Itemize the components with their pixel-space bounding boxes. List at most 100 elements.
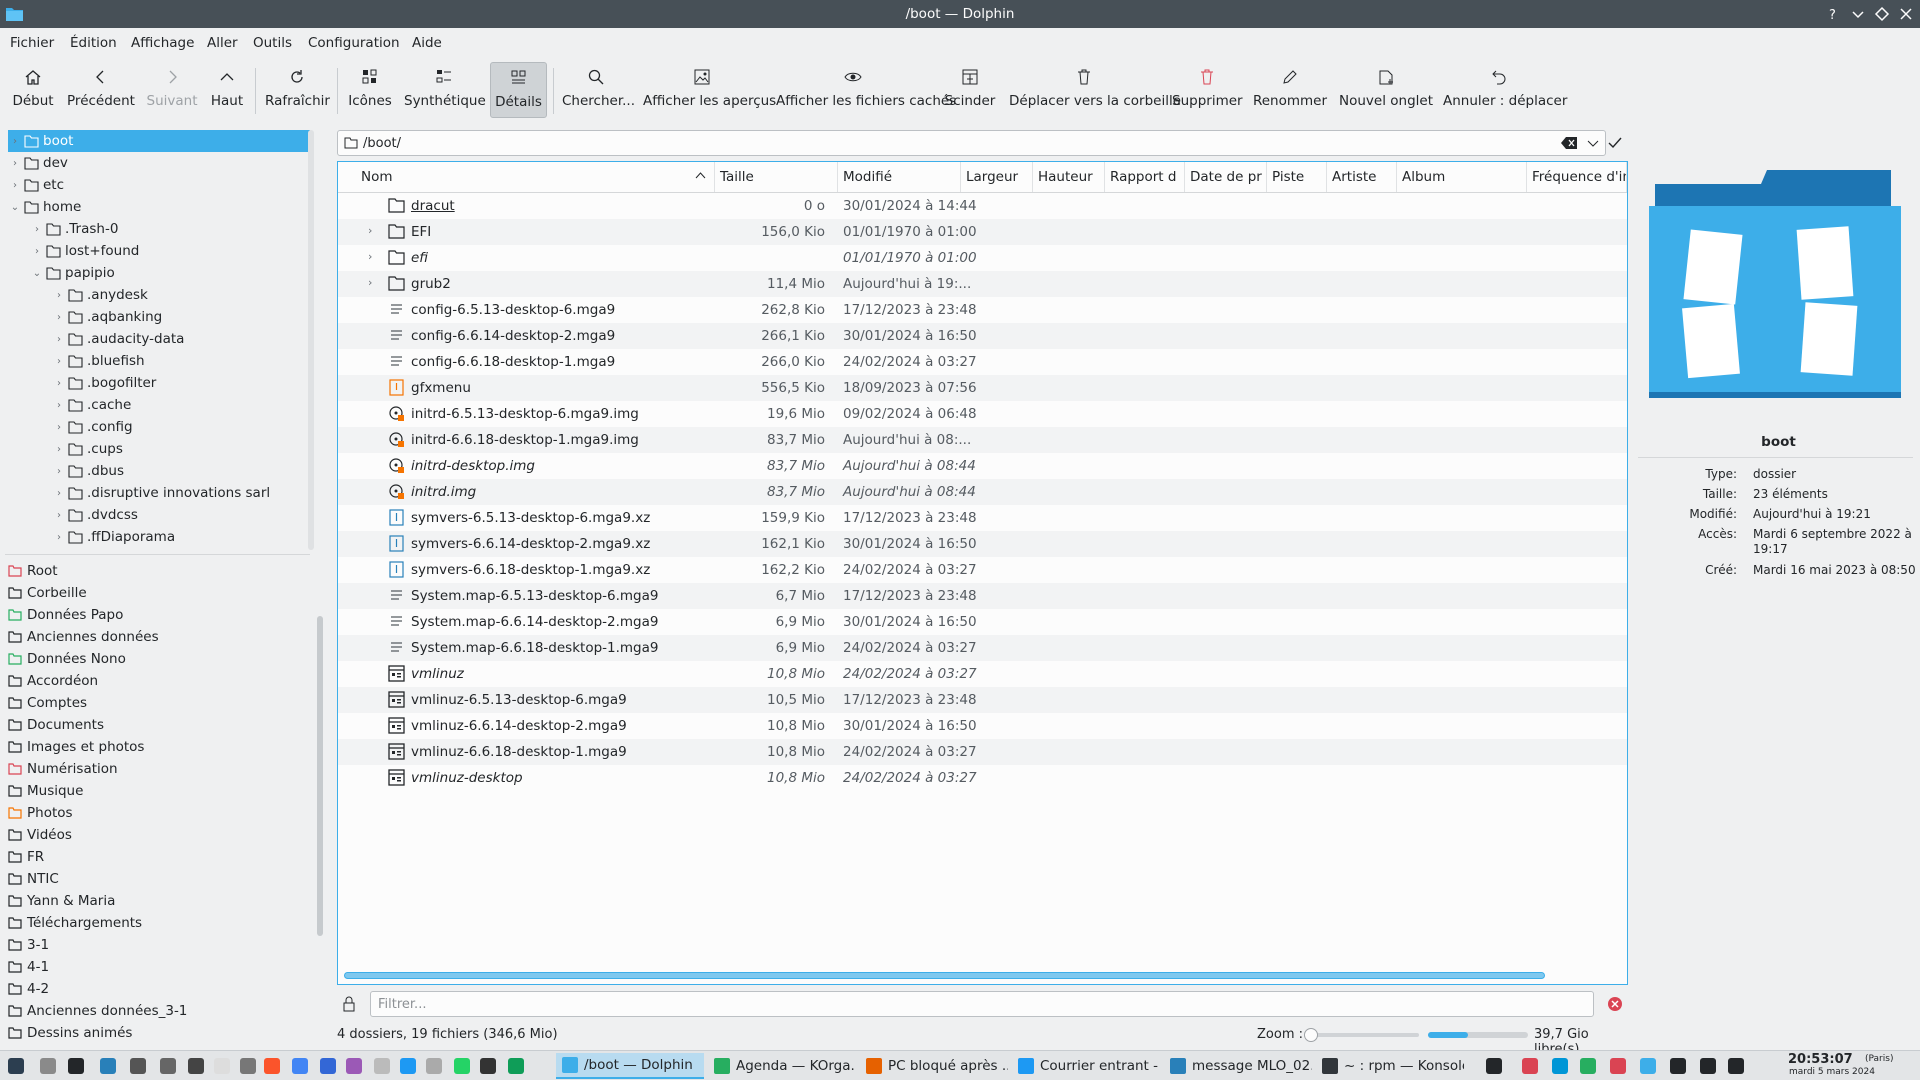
tree-item[interactable]: › .anydesk xyxy=(52,284,300,306)
tray-icon[interactable] xyxy=(1552,1058,1568,1074)
expand-arrow-icon[interactable]: ⌄ xyxy=(8,202,22,213)
tree-scrollbar[interactable] xyxy=(308,130,314,550)
launcher-icon[interactable] xyxy=(8,1058,24,1074)
file-row[interactable]: › EFI 156,0 Kio 01/01/1970 à 01:00 xyxy=(338,219,1627,245)
column-header-item[interactable]: Largeur xyxy=(961,162,1033,192)
launcher-icon[interactable] xyxy=(480,1058,496,1074)
tree-item[interactable]: › .audacity-data xyxy=(52,328,300,350)
show-previews-button[interactable]: Afficher les aperçus xyxy=(643,64,776,116)
file-row[interactable]: symvers-6.6.18-desktop-1.mga9.xz 162,2 Ki… xyxy=(338,557,1627,583)
view-details-button[interactable]: Détails xyxy=(490,62,547,118)
menu-view[interactable]: Affichage xyxy=(131,35,194,51)
tree-item[interactable]: › lost+found xyxy=(30,240,300,262)
file-row[interactable]: vmlinuz-6.6.14-desktop-2.mga9 10,8 Mio 30/… xyxy=(338,713,1627,739)
launcher-icon[interactable] xyxy=(346,1058,362,1074)
place-item[interactable]: Accordéon xyxy=(8,670,98,692)
minimize-icon[interactable] xyxy=(1849,5,1867,23)
column-header-item[interactable]: Hauteur xyxy=(1033,162,1105,192)
expand-arrow-icon[interactable]: › xyxy=(52,334,66,345)
expand-arrow-icon[interactable]: › xyxy=(52,488,66,499)
lock-icon[interactable] xyxy=(342,996,356,1012)
expand-arrow-icon[interactable]: › xyxy=(368,276,372,289)
show-hidden-files-button[interactable]: Afficher les fichiers cachés xyxy=(776,64,956,116)
tray-icon[interactable] xyxy=(1580,1058,1596,1074)
tree-item[interactable]: › .bogofilter xyxy=(52,372,300,394)
expand-arrow-icon[interactable]: › xyxy=(52,422,66,433)
task-button[interactable]: message MLO_02... xyxy=(1164,1053,1312,1079)
tray-icon[interactable] xyxy=(1522,1058,1538,1074)
file-row[interactable]: symvers-6.6.14-desktop-2.mga9.xz 162,1 Ki… xyxy=(338,531,1627,557)
file-row[interactable]: initrd-6.5.13-desktop-6.mga9.img 19,6 Mio… xyxy=(338,401,1627,427)
expand-arrow-icon[interactable]: › xyxy=(52,444,66,455)
launcher-icon[interactable] xyxy=(188,1058,204,1074)
file-row[interactable]: config-6.6.14-desktop-2.mga9 266,1 Kio 30/… xyxy=(338,323,1627,349)
place-item[interactable]: Dessins animés xyxy=(8,1022,132,1044)
places-scrollbar[interactable] xyxy=(317,616,323,936)
file-row[interactable]: dracut 0 o 30/01/2024 à 14:44 xyxy=(338,193,1627,219)
close-filter-icon[interactable] xyxy=(1607,996,1623,1012)
launcher-icon[interactable] xyxy=(130,1058,146,1074)
menu-edit[interactable]: Édition xyxy=(70,35,117,51)
place-item[interactable]: Yann & Maria xyxy=(8,890,115,912)
tree-item[interactable]: ⌄ papipio xyxy=(30,262,300,284)
expand-arrow-icon[interactable]: › xyxy=(368,250,372,263)
file-row[interactable]: vmlinuz 10,8 Mio 24/02/2024 à 03:27 xyxy=(338,661,1627,687)
expand-arrow-icon[interactable]: › xyxy=(8,180,22,191)
column-header-item[interactable]: Taille xyxy=(715,162,838,192)
tree-item[interactable]: › .disruptive innovations sarl xyxy=(52,482,300,504)
menu-file[interactable]: Fichier xyxy=(10,35,54,51)
tree-item[interactable]: › .config xyxy=(52,416,300,438)
file-row[interactable]: System.map-6.6.14-desktop-2.mga9 6,9 Mio 3… xyxy=(338,609,1627,635)
launcher-icon[interactable] xyxy=(400,1058,416,1074)
view-icons-button[interactable]: Icônes xyxy=(346,64,394,116)
place-item[interactable]: Anciennes données xyxy=(8,626,159,648)
launcher-icon[interactable] xyxy=(374,1058,390,1074)
launcher-icon[interactable] xyxy=(426,1058,442,1074)
tray-icon[interactable] xyxy=(1640,1058,1656,1074)
column-header-item[interactable]: Rapport d xyxy=(1105,162,1185,192)
expand-arrow-icon[interactable]: › xyxy=(368,224,372,237)
file-row[interactable]: vmlinuz-desktop 10,8 Mio 24/02/2024 à 03:2… xyxy=(338,765,1627,791)
horizontal-scrollbar[interactable] xyxy=(344,972,1545,979)
tree-item[interactable]: › .cups xyxy=(52,438,300,460)
task-button[interactable]: Agenda — KOrga... xyxy=(708,1053,856,1079)
expand-arrow-icon[interactable]: › xyxy=(52,312,66,323)
column-header-item[interactable]: Modifié xyxy=(838,162,961,192)
home-button[interactable]: Début xyxy=(8,64,58,116)
place-item[interactable]: Vidéos xyxy=(8,824,72,846)
tree-item[interactable]: › .cache xyxy=(52,394,300,416)
place-item[interactable]: FR xyxy=(8,846,44,868)
expand-arrow-icon[interactable]: › xyxy=(52,510,66,521)
task-button[interactable]: PC bloqué après ... xyxy=(860,1053,1008,1079)
place-item[interactable]: Corbeille xyxy=(8,582,87,604)
refresh-button[interactable]: Rafraîchir xyxy=(265,64,330,116)
menu-go[interactable]: Aller xyxy=(207,35,238,51)
launcher-icon[interactable] xyxy=(264,1058,280,1074)
place-item[interactable]: NTIC xyxy=(8,868,59,890)
tree-item[interactable]: ⌄ home xyxy=(8,196,300,218)
zoom-slider[interactable] xyxy=(1305,1033,1419,1037)
view-compact-button[interactable]: Synthétique xyxy=(404,64,486,116)
clear-location-icon[interactable] xyxy=(1561,137,1577,149)
place-item[interactable]: Images et photos xyxy=(8,736,144,758)
search-button[interactable]: Chercher... xyxy=(562,64,635,116)
expand-arrow-icon[interactable]: › xyxy=(52,532,66,543)
place-item[interactable]: Root xyxy=(8,560,58,582)
tree-item[interactable]: › boot xyxy=(8,130,310,152)
tray-icon[interactable] xyxy=(1610,1058,1626,1074)
filter-input[interactable]: Filtrer... xyxy=(370,991,1594,1017)
launcher-icon[interactable] xyxy=(100,1058,116,1074)
place-item[interactable]: 3-1 xyxy=(8,934,49,956)
column-header-item[interactable]: Nom xyxy=(356,162,715,192)
place-item[interactable]: Données Papo xyxy=(8,604,123,626)
launcher-icon[interactable] xyxy=(454,1058,470,1074)
file-row[interactable]: vmlinuz-6.6.18-desktop-1.mga9 10,8 Mio 24/… xyxy=(338,739,1627,765)
tree-item[interactable]: › dev xyxy=(8,152,300,174)
file-row[interactable]: › grub2 11,4 Mio Aujourd'hui à 19:... xyxy=(338,271,1627,297)
zoom-slider-handle[interactable] xyxy=(1303,1028,1318,1042)
expand-arrow-icon[interactable]: › xyxy=(52,378,66,389)
place-item[interactable]: Documents xyxy=(8,714,104,736)
expand-arrow-icon[interactable]: › xyxy=(30,224,44,235)
file-row[interactable]: symvers-6.5.13-desktop-6.mga9.xz 159,9 Ki… xyxy=(338,505,1627,531)
move-to-trash-button[interactable]: Déplacer vers la corbeille xyxy=(1009,64,1181,116)
